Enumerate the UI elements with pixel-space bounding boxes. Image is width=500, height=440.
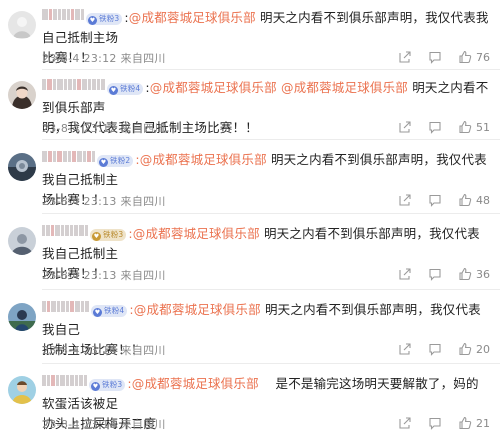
comment-actions: 51: [382, 119, 490, 135]
username-redacted[interactable]: [42, 301, 90, 312]
reply-button[interactable]: [428, 342, 442, 356]
thumbs-up-icon: [458, 416, 472, 430]
like-count: 21: [476, 416, 490, 430]
comment-icon: [428, 120, 442, 134]
thumbs-up-icon: [458, 120, 472, 134]
comment-meta: 23-8-4 23:12 来自四川: [42, 50, 166, 66]
like-count: 36: [476, 267, 490, 281]
mention-link[interactable]: :@成都蓉城足球俱乐部: [129, 302, 260, 317]
comment-time: 23-8-4 23:12: [42, 52, 117, 65]
share-icon: [398, 267, 412, 281]
share-button[interactable]: [398, 120, 412, 134]
mention-link[interactable]: @成都蓉城足球俱乐部: [281, 80, 408, 95]
fan-badge: ♥ 铁粉3: [89, 379, 126, 391]
reply-button[interactable]: [428, 267, 442, 281]
comment-time: 23-8-4 23:14: [42, 418, 117, 431]
comment-location: 来自四川: [120, 52, 166, 65]
fan-badge: ♥ 铁粉3: [86, 13, 123, 25]
fan-badge: ♥ 铁粉3: [90, 229, 127, 241]
like-button[interactable]: 48: [458, 193, 490, 207]
reply-button[interactable]: [428, 416, 442, 430]
comment-time: 23-8-4 23:13: [42, 195, 117, 208]
username-redacted[interactable]: [42, 151, 96, 162]
avatar[interactable]: [8, 227, 36, 255]
divider: [42, 139, 500, 140]
comment-meta: 23-8-4 23:14 来自四川: [42, 342, 166, 358]
divider: [42, 289, 500, 290]
comment-actions: 36: [382, 266, 490, 282]
comment-location: 来自四川: [120, 344, 166, 357]
comment-actions: 48: [382, 192, 490, 208]
like-button[interactable]: 21: [458, 416, 490, 430]
comment-icon: [428, 193, 442, 207]
comment-actions: 76: [382, 49, 490, 65]
share-button[interactable]: [398, 193, 412, 207]
thumbs-up-icon: [458, 193, 472, 207]
like-count: 20: [476, 342, 490, 356]
comment-icon: [428, 416, 442, 430]
comment-location: 来自四川: [120, 195, 166, 208]
mention-link[interactable]: :@成都蓉城足球俱乐部: [135, 152, 266, 167]
reply-button[interactable]: [428, 120, 442, 134]
comment-time: 23-8-4 23:12: [42, 122, 117, 135]
avatar[interactable]: [8, 303, 36, 331]
comment-actions: 21: [382, 415, 490, 431]
comment-location: 来自四川: [120, 269, 166, 282]
divider: [42, 363, 500, 364]
comment-location: 来自四川: [120, 418, 166, 431]
comment-actions: 20: [382, 341, 490, 357]
share-icon: [398, 193, 412, 207]
like-button[interactable]: 20: [458, 342, 490, 356]
comment-icon: [428, 342, 442, 356]
avatar[interactable]: [8, 81, 36, 109]
mention-link[interactable]: @成都蓉城足球俱乐部: [150, 80, 277, 95]
reply-button[interactable]: [428, 50, 442, 64]
mention-link[interactable]: :@成都蓉城足球俱乐部: [127, 376, 258, 391]
comment-time: 23-8-4 23:13: [42, 269, 117, 282]
avatar[interactable]: [8, 153, 36, 181]
mention-link[interactable]: @成都蓉城足球俱乐部: [129, 10, 256, 25]
like-count: 51: [476, 120, 490, 134]
comment-meta: 23-8-4 23:12 来自四川: [42, 120, 166, 136]
like-button[interactable]: 76: [458, 50, 490, 64]
comment-icon: [428, 50, 442, 64]
like-count: 76: [476, 50, 490, 64]
like-count: 48: [476, 193, 490, 207]
thumbs-up-icon: [458, 50, 472, 64]
share-button[interactable]: [398, 267, 412, 281]
fan-badge: ♥ 铁粉2: [97, 155, 134, 167]
username-redacted[interactable]: [42, 79, 106, 90]
divider: [42, 69, 500, 70]
comment-meta: 23-8-4 23:13 来自四川: [42, 267, 166, 283]
comment-location: 来自四川: [120, 122, 166, 135]
reply-button[interactable]: [428, 193, 442, 207]
comment-meta: 23-8-4 23:14 来自四川: [42, 416, 166, 432]
fan-badge: ♥ 铁粉4: [107, 83, 144, 95]
avatar[interactable]: [8, 11, 36, 39]
share-icon: [398, 50, 412, 64]
comment-time: 23-8-4 23:14: [42, 344, 117, 357]
like-button[interactable]: 36: [458, 267, 490, 281]
username-redacted[interactable]: [42, 9, 85, 20]
comment-meta: 23-8-4 23:13 来自四川: [42, 193, 166, 209]
comment-icon: [428, 267, 442, 281]
share-button[interactable]: [398, 416, 412, 430]
fan-badge: ♥ 铁粉4: [91, 305, 128, 317]
avatar[interactable]: [8, 376, 36, 404]
divider: [42, 213, 500, 214]
username-redacted[interactable]: [42, 225, 89, 236]
like-button[interactable]: 51: [458, 120, 490, 134]
share-button[interactable]: [398, 342, 412, 356]
share-icon: [398, 342, 412, 356]
mention-link[interactable]: :@成都蓉城足球俱乐部: [128, 226, 259, 241]
thumbs-up-icon: [458, 342, 472, 356]
thumbs-up-icon: [458, 267, 472, 281]
share-icon: [398, 416, 412, 430]
share-icon: [398, 120, 412, 134]
share-button[interactable]: [398, 50, 412, 64]
username-redacted[interactable]: [42, 375, 88, 386]
